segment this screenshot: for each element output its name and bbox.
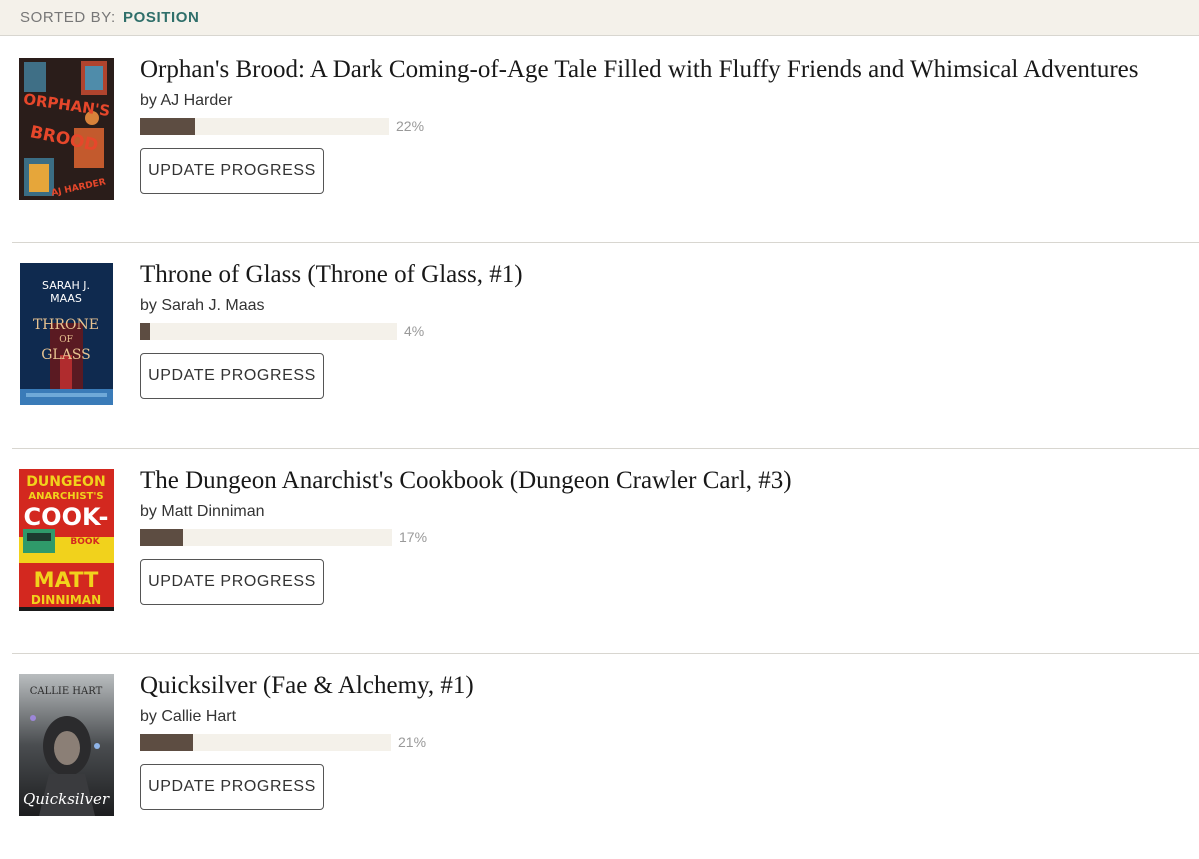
progress-percent: 22% [396,118,425,134]
author-link[interactable]: Sarah J. Maas [161,297,264,314]
book-cover[interactable]: CALLIE HART Quicksilver [19,674,114,816]
cover-author-line-2: DINNIMAN [31,593,101,607]
update-progress-button[interactable]: UPDATE PROGRESS [140,764,324,810]
book-author: by AJ Harder [140,92,233,109]
progress-bar [140,734,391,751]
sort-bar: SORTED BY: POSITION [0,0,1199,36]
progress-fill [140,529,183,546]
progress-percent: 17% [399,529,428,545]
update-progress-button[interactable]: UPDATE PROGRESS [140,559,324,605]
progress-fill [140,323,150,340]
book-title[interactable]: Throne of Glass (Throne of Glass, #1) [140,261,523,289]
book-title[interactable]: Orphan's Brood: A Dark Coming-of-Age Tal… [140,56,1138,84]
progress-bar [140,529,392,546]
book-author: by Matt Dinniman [140,503,265,520]
book-author: by Callie Hart [140,708,237,725]
book-item: DUNGEON ANARCHIST'S COOK- BOOK MATT DINN… [0,449,1199,654]
progress-bar [140,118,389,135]
cover-title: Quicksilver [23,790,110,808]
cover-title-line-3: GLASS [41,347,91,363]
cover-author-line-2: MAAS [50,292,82,305]
author-link[interactable]: Matt Dinniman [161,503,264,520]
book-title[interactable]: Quicksilver (Fae & Alchemy, #1) [140,672,474,700]
cover-title-line-3: COOK- [24,503,109,531]
book-cover[interactable]: SARAH J. MAAS THRONE OF GLASS [20,263,113,405]
book-cover[interactable]: ORPHAN'S BROOD AJ HARDER [19,58,114,200]
progress-fill [140,734,193,751]
author-link[interactable]: Callie Hart [161,708,236,725]
progress-percent: 21% [398,734,427,750]
cover-title-line-2: ANARCHIST'S [28,491,103,502]
cover-title-line-4: BOOK [70,537,100,547]
sort-label: SORTED BY: [20,9,116,26]
progress-fill [140,118,195,135]
cover-author-line-1: SARAH J. [42,279,90,292]
book-item: ORPHAN'S BROOD AJ HARDER Orphan's Brood:… [0,38,1199,243]
cover-title-line-1: THRONE [33,317,99,333]
cover-author-line-1: MATT [34,568,99,592]
author-link[interactable]: AJ Harder [160,92,232,109]
update-progress-button[interactable]: UPDATE PROGRESS [140,148,324,194]
book-item: SARAH J. MAAS THRONE OF GLASS Throne of … [0,243,1199,448]
progress-percent: 4% [404,323,425,339]
book-author: by Sarah J. Maas [140,297,265,314]
cover-title-line-2: OF [59,335,73,345]
book-title[interactable]: The Dungeon Anarchist's Cookbook (Dungeo… [140,467,792,495]
progress-bar [140,323,397,340]
sort-value-link[interactable]: POSITION [123,9,199,26]
cover-author: CALLIE HART [30,686,103,697]
cover-title-line-1: DUNGEON [26,474,105,490]
book-item: CALLIE HART Quicksilver Quicksilver (Fae… [0,654,1199,859]
update-progress-button[interactable]: UPDATE PROGRESS [140,353,324,399]
book-cover[interactable]: DUNGEON ANARCHIST'S COOK- BOOK MATT DINN… [19,469,114,611]
